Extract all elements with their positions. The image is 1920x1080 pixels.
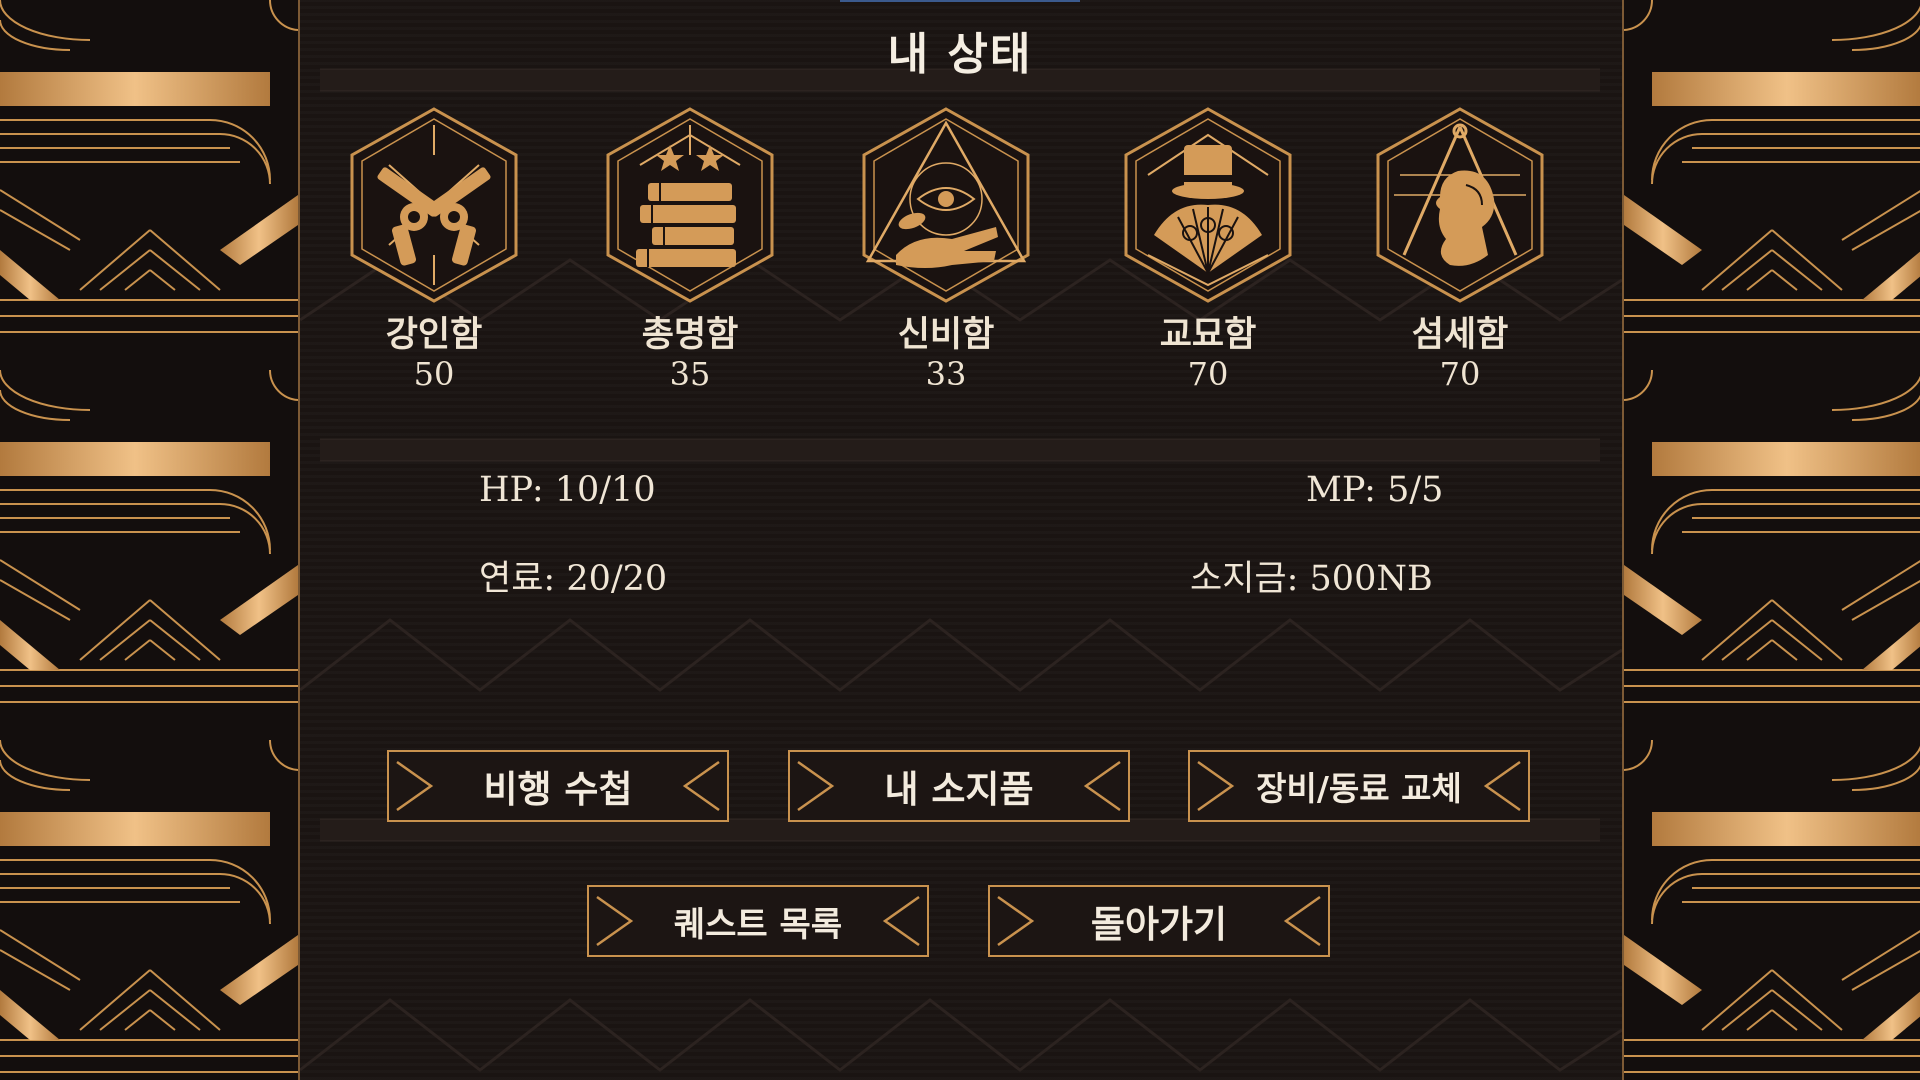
flight-log-button[interactable]: 비행 수첩 xyxy=(387,750,729,822)
hp-label: HP: xyxy=(479,470,555,510)
page-title: 내 상태 xyxy=(887,29,1033,80)
left-artdeco-panel xyxy=(0,0,300,1080)
stacked-books-icon xyxy=(606,107,774,303)
top-hat-fan-icon xyxy=(1124,107,1292,303)
arrow-left-ornament-icon xyxy=(1083,760,1121,812)
arrow-right-ornament-icon xyxy=(596,895,634,947)
flight-log-button-label: 비행 수첩 xyxy=(483,767,633,811)
stat-finesse: 섬세함 70 xyxy=(1360,105,1560,393)
stat-value: 70 xyxy=(1187,355,1229,393)
hp-value: 10/10 xyxy=(554,470,656,510)
mp-value: 5/5 xyxy=(1387,470,1444,510)
stat-mystic: 신비함 33 xyxy=(846,105,1046,393)
stat-name: 총명함 xyxy=(641,314,739,355)
money-label: 소지금: xyxy=(1190,559,1310,599)
stat-value: 50 xyxy=(413,355,455,393)
stat-name: 신비함 xyxy=(897,314,995,355)
right-artdeco-panel xyxy=(1622,0,1920,1080)
stat-intellect: 총명함 35 xyxy=(590,105,790,393)
stat-value: 70 xyxy=(1439,355,1481,393)
all-seeing-eye-hand-icon xyxy=(862,107,1030,303)
stat-name: 교묘함 xyxy=(1159,314,1257,355)
mp-label: MP: xyxy=(1306,470,1388,510)
arrow-right-ornament-icon xyxy=(1197,760,1235,812)
quest-list-button[interactable]: 퀘스트 목록 xyxy=(587,885,929,957)
stat-name: 섬세함 xyxy=(1411,314,1509,355)
arrow-left-ornament-icon xyxy=(882,895,920,947)
hp-readout: HP: 10/10 xyxy=(479,470,656,510)
money-readout: 소지금: 500NB xyxy=(1190,550,1433,601)
money-value: 500NB xyxy=(1309,559,1433,599)
arrow-left-ornament-icon xyxy=(1483,760,1521,812)
stat-cunning: 교묘함 70 xyxy=(1108,105,1308,393)
stat-strength: 강인함 50 xyxy=(334,105,534,393)
top-accent-bar xyxy=(840,0,1080,2)
equipment-button-label: 장비/동료 교체 xyxy=(1256,769,1462,808)
fuel-label: 연료: xyxy=(479,559,567,599)
inventory-button-label: 내 소지품 xyxy=(884,767,1034,811)
arrow-right-ornament-icon xyxy=(797,760,835,812)
crossed-revolvers-icon xyxy=(350,107,518,303)
back-button[interactable]: 돌아가기 xyxy=(988,885,1330,957)
arrow-left-ornament-icon xyxy=(1283,895,1321,947)
mp-readout: MP: 5/5 xyxy=(1306,470,1443,510)
fuel-readout: 연료: 20/20 xyxy=(479,550,667,601)
inventory-button[interactable]: 내 소지품 xyxy=(788,750,1130,822)
arrow-left-ornament-icon xyxy=(682,760,720,812)
quest-list-button-label: 퀘스트 목록 xyxy=(673,904,843,945)
equipment-companion-button[interactable]: 장비/동료 교체 xyxy=(1188,750,1530,822)
fuel-value: 20/20 xyxy=(566,559,668,599)
stat-name: 강인함 xyxy=(385,314,483,355)
back-button-label: 돌아가기 xyxy=(1090,902,1228,946)
stat-value: 35 xyxy=(669,355,711,393)
arrow-right-ornament-icon xyxy=(396,760,434,812)
stat-value: 33 xyxy=(925,355,967,393)
compass-bust-icon xyxy=(1376,107,1544,303)
arrow-right-ornament-icon xyxy=(997,895,1035,947)
